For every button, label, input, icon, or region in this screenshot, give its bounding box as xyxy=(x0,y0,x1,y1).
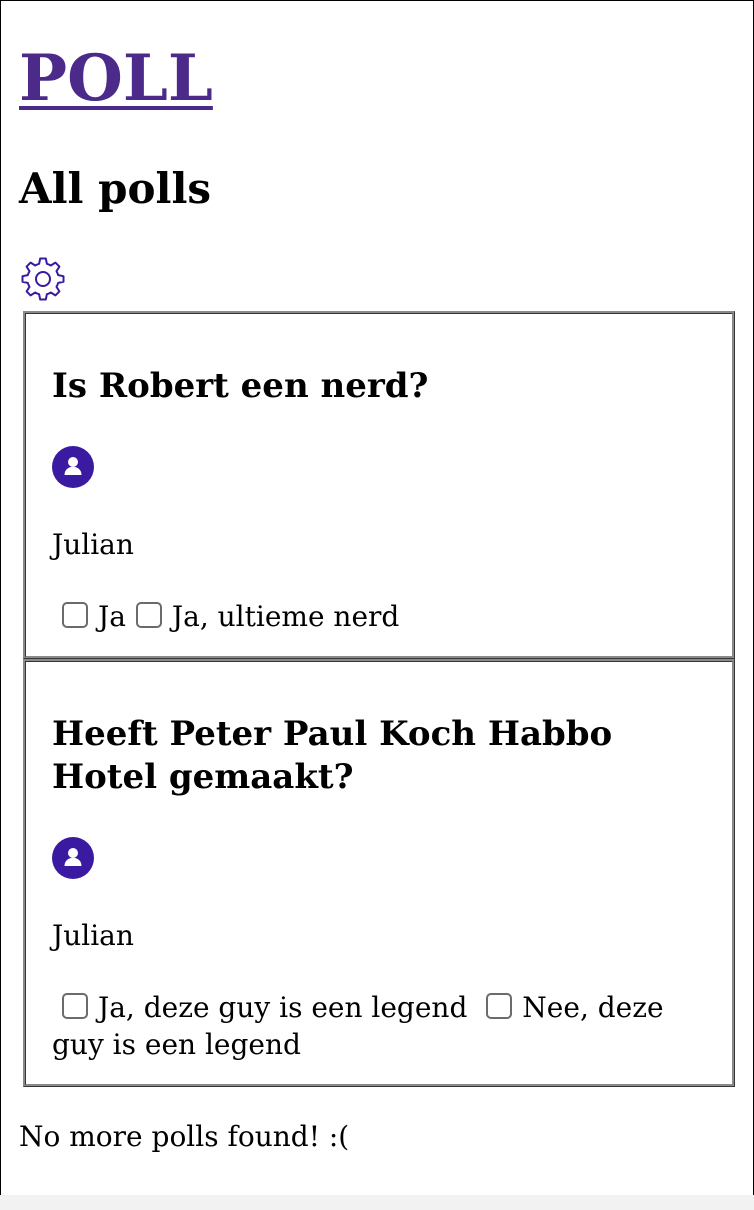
option-label: Ja xyxy=(98,600,126,633)
poll-question: Is Robert een nerd? xyxy=(52,366,429,406)
page: POLL All polls Is Robert een nerd? Julia… xyxy=(0,0,754,1195)
user-icon xyxy=(52,446,94,488)
option-checkbox[interactable] xyxy=(135,602,162,628)
poll-author: Julian xyxy=(52,919,134,952)
poll-options: Ja Ja, ultieme nerd xyxy=(52,598,708,635)
option-checkbox[interactable] xyxy=(486,993,513,1019)
poll-card: Is Robert een nerd? Julian Ja Ja, ultieme… xyxy=(23,311,735,659)
option-checkbox[interactable] xyxy=(62,993,88,1019)
page-title: All polls xyxy=(19,164,212,213)
poll-card: Heeft Peter Paul Koch Habbo Hotel gemaak… xyxy=(23,659,735,1087)
option-label: Ja, deze guy is een legend xyxy=(98,991,468,1024)
poll-option[interactable]: Ja xyxy=(52,600,126,633)
poll-option[interactable]: Ja, deze guy is een legend xyxy=(52,991,467,1024)
poll-options: Ja, deze guy is een legend Nee, deze guy… xyxy=(52,989,708,1063)
option-checkbox[interactable] xyxy=(62,602,88,628)
option-label: Ja, ultieme nerd xyxy=(171,600,400,633)
empty-state-message: No more polls found! :( xyxy=(19,1120,350,1153)
brand-link[interactable]: POLL xyxy=(19,41,213,117)
poll-author: Julian xyxy=(52,528,134,561)
gear-icon[interactable] xyxy=(19,255,67,303)
poll-question: Heeft Peter Paul Koch Habbo Hotel gemaak… xyxy=(52,714,613,797)
user-icon xyxy=(52,837,94,879)
poll-option[interactable]: Ja, ultieme nerd xyxy=(126,600,399,633)
